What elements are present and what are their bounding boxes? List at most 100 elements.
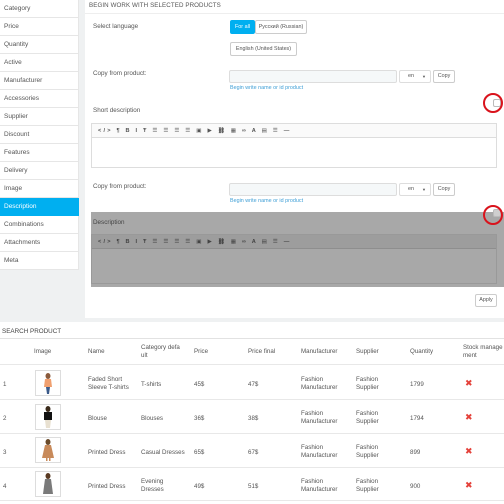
col-price-final-header: Price final [248, 348, 276, 355]
tab-combinations[interactable]: Combinations [0, 216, 79, 234]
product-category: T-shirts [141, 381, 162, 388]
lang-select[interactable]: en ▼ [399, 70, 431, 83]
copy-from-product-label: Copy from product: [93, 70, 147, 77]
close-icon: ✖ [465, 446, 473, 456]
highlight-circle-2 [483, 205, 503, 225]
close-icon: ✖ [465, 480, 473, 490]
product-category: Blouses [141, 415, 164, 422]
apply-button[interactable]: Apply [475, 294, 497, 307]
chevron-down-icon: ▼ [422, 74, 426, 79]
row-number: 1 [3, 381, 7, 388]
product-thumbnail [35, 471, 61, 497]
description-label: Description [93, 219, 125, 226]
product-quantity: 1794 [410, 415, 424, 422]
product-thumbnail [35, 437, 61, 463]
product-price-final: 38$ [248, 415, 259, 422]
row-divider [0, 500, 504, 501]
col-stock-header: Stock manage ment [463, 344, 503, 359]
tab-supplier[interactable]: Supplier [0, 108, 79, 126]
product-price: 45$ [194, 381, 205, 388]
tab-price[interactable]: Price [0, 18, 79, 36]
sidebar-tabs: Category Price Quantity Active Manufactu… [0, 0, 79, 270]
col-category-header: Category defa ult [141, 344, 180, 359]
col-manufacturer-header: Manufacturer [301, 348, 338, 355]
product-quantity: 899 [410, 449, 421, 456]
row-number: 4 [3, 483, 7, 490]
editor-toolbar-2: </> ¶ B I Ŧ ☰ ☰ ☰ ☰ ▣ ▶ ⛓ ▦ ∞ A ▤ ☰ — [92, 235, 496, 249]
col-image-header: Image [34, 348, 52, 355]
copy-product-hint-2: Begin write name or id product [230, 198, 304, 204]
product-price-final: 67$ [248, 449, 259, 456]
tab-attachments[interactable]: Attachments [0, 234, 79, 252]
product-manufacturer: Fashion Manufacturer [301, 410, 338, 425]
search-title: Search product [2, 328, 62, 335]
row-divider [0, 364, 504, 365]
tab-manufacturer[interactable]: Manufacturer [0, 72, 79, 90]
divider [0, 338, 504, 339]
tab-quantity[interactable]: Quantity [0, 36, 79, 54]
tab-image[interactable]: Image [0, 180, 79, 198]
select-language-label: Select language [93, 23, 139, 30]
tab-description[interactable]: Description [0, 198, 79, 216]
panel-title: Begin work with selected products [85, 0, 504, 14]
product-manufacturer: Fashion Manufacturer [301, 478, 338, 493]
editor-toolbar: </> ¶ B I Ŧ ☰ ☰ ☰ ☰ ▣ ▶ ⛓ ▦ ∞ A ▤ ☰ — [92, 124, 496, 138]
col-supplier-header: Supplier [356, 348, 379, 355]
description-editor[interactable]: </> ¶ B I Ŧ ☰ ☰ ☰ ☰ ▣ ▶ ⛓ ▦ ∞ A ▤ ☰ — [91, 234, 497, 284]
copy-button-2[interactable]: Copy [433, 183, 455, 196]
col-price-header: Price [194, 348, 209, 355]
lang-select-value-2: en [408, 186, 415, 192]
product-name: Faded Short Sleeve T-shirts [88, 376, 129, 391]
tab-meta[interactable]: Meta [0, 252, 79, 270]
lang-for-all-button[interactable]: For all [230, 20, 255, 34]
product-price: 49$ [194, 483, 205, 490]
product-price: 65$ [194, 449, 205, 456]
product-thumbnail [35, 370, 61, 396]
product-quantity: 1799 [410, 381, 424, 388]
product-category: Evening Dresses [141, 478, 164, 493]
description-panel: Begin work with selected products Select… [85, 0, 504, 318]
chevron-down-icon: ▼ [422, 187, 426, 192]
copy-button[interactable]: Copy [433, 70, 455, 83]
tab-accessories[interactable]: Accessories [0, 90, 79, 108]
product-quantity: 900 [410, 483, 421, 490]
copy-product-input[interactable] [229, 70, 397, 83]
product-name: Printed Dress [88, 483, 126, 490]
row-number: 3 [3, 449, 7, 456]
row-divider [0, 399, 504, 400]
row-divider [0, 433, 504, 434]
lang-english-button[interactable]: English (United States) [230, 42, 297, 56]
description-section: Description </> ¶ B I Ŧ ☰ ☰ ☰ ☰ ▣ ▶ ⛓ ▦ … [91, 212, 504, 287]
copy-product-hint: Begin write name or id product [230, 85, 304, 91]
tab-category[interactable]: Category [0, 0, 79, 18]
tab-active[interactable]: Active [0, 54, 79, 72]
col-name-header: Name [88, 348, 105, 355]
row-number: 2 [3, 415, 7, 422]
product-manufacturer: Fashion Manufacturer [301, 376, 338, 391]
tab-discount[interactable]: Discount [0, 126, 79, 144]
product-supplier: Fashion Supplier [356, 444, 379, 459]
product-price: 36$ [194, 415, 205, 422]
product-price-final: 47$ [248, 381, 259, 388]
tab-features[interactable]: Features [0, 144, 79, 162]
product-thumbnail [35, 404, 61, 430]
lang-select-value: en [408, 73, 415, 79]
close-icon: ✖ [465, 412, 473, 422]
close-icon: ✖ [465, 378, 473, 388]
col-quantity-header: Quantity [410, 348, 434, 355]
short-description-label: Short description [93, 107, 141, 114]
row-divider [0, 467, 504, 468]
product-price-final: 51$ [248, 483, 259, 490]
copy-product-input-2[interactable] [229, 183, 397, 196]
product-name: Printed Dress [88, 449, 126, 456]
lang-russian-button[interactable]: Русский (Russian) [255, 20, 307, 34]
tab-delivery[interactable]: Delivery [0, 162, 79, 180]
highlight-circle [483, 93, 503, 113]
product-manufacturer: Fashion Manufacturer [301, 444, 338, 459]
lang-select-2[interactable]: en ▼ [399, 183, 431, 196]
short-description-editor[interactable]: </> ¶ B I Ŧ ☰ ☰ ☰ ☰ ▣ ▶ ⛓ ▦ ∞ A ▤ ☰ — [91, 123, 497, 168]
product-supplier: Fashion Supplier [356, 478, 379, 493]
product-category: Casual Dresses [141, 449, 185, 456]
product-name: Blouse [88, 415, 107, 422]
product-supplier: Fashion Supplier [356, 410, 379, 425]
